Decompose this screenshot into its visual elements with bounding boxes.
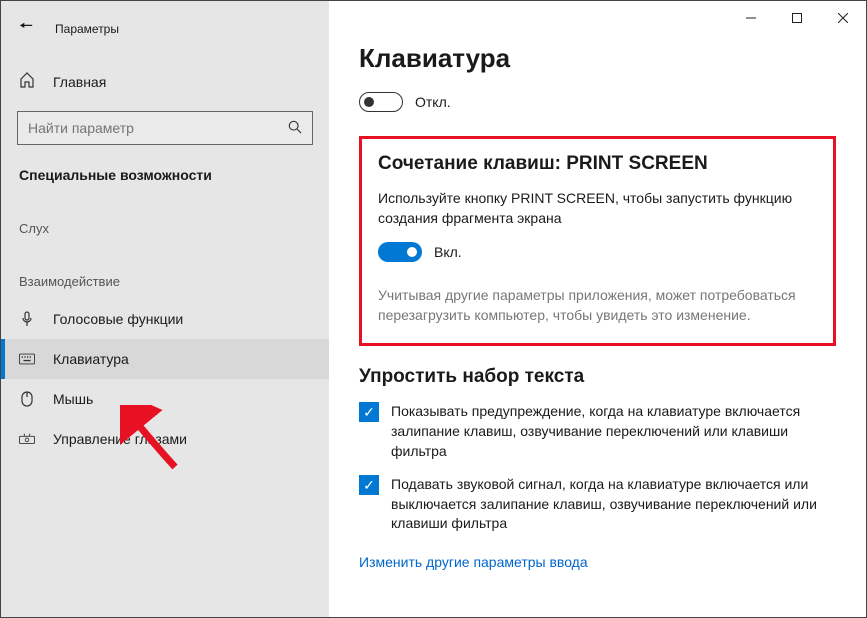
keyboard-icon [19,351,35,367]
checkbox-2[interactable]: ✓ [359,475,379,495]
back-icon[interactable]: 🠔 [19,15,33,42]
simplify-heading: Упростить набор текста [359,366,836,388]
toggle-row-main: Откл. [359,92,836,112]
titlebar-right [329,1,866,33]
printscreen-heading: Сочетание клавиш: PRINT SCREEN [378,153,817,175]
close-button[interactable] [820,3,866,33]
sidebar-item-voice[interactable]: Голосовые функции [1,299,329,339]
toggle-main[interactable] [359,92,403,112]
sidebar-item-label: Мышь [53,391,93,407]
sidebar-section-title: Специальные возможности [1,145,329,193]
search-box[interactable] [17,111,313,145]
checkbox-1-label: Показывать предупреждение, когда на клав… [391,402,836,461]
page-title: Клавиатура [359,43,836,74]
checkbox-row-1: ✓ Показывать предупреждение, когда на кл… [359,402,836,461]
sidebar-item-mouse[interactable]: Мышь [1,379,329,419]
toggle-printscreen-label: Вкл. [434,244,462,260]
mic-icon [19,311,35,327]
titlebar-left: 🠔 Параметры [1,9,329,62]
minimize-button[interactable] [728,3,774,33]
toggle-printscreen[interactable] [378,242,422,262]
printscreen-note: Учитывая другие параметры приложения, мо… [378,286,817,325]
content: Клавиатура Откл. Сочетание клавиш: PRINT… [329,1,866,617]
nav-home[interactable]: Главная [1,62,329,101]
mouse-icon [19,391,35,407]
maximize-button[interactable] [774,3,820,33]
sidebar-item-keyboard[interactable]: Клавиатура [1,339,329,379]
home-icon [19,72,35,91]
sidebar-item-label: Клавиатура [53,351,129,367]
group-interaction: Взаимодействие [1,246,329,299]
sidebar: 🠔 Параметры Главная Специальные возможно… [1,1,329,617]
checkbox-1[interactable]: ✓ [359,402,379,422]
nav-home-label: Главная [53,74,106,90]
checkbox-2-label: Подавать звуковой сигнал, когда на клави… [391,475,836,534]
window-title: Параметры [55,22,119,36]
sidebar-item-eye-control[interactable]: Управление глазами [1,419,329,459]
main: Клавиатура Откл. Сочетание клавиш: PRINT… [329,33,866,590]
eye-icon [19,431,35,447]
printscreen-highlight: Сочетание клавиш: PRINT SCREEN Используй… [359,136,836,346]
printscreen-desc: Используйте кнопку PRINT SCREEN, чтобы з… [378,189,817,228]
search-icon [288,120,302,137]
toggle-main-label: Откл. [415,94,451,110]
sidebar-item-label: Голосовые функции [53,311,183,327]
search-input[interactable] [28,120,288,136]
toggle-row-printscreen: Вкл. [378,242,817,262]
sidebar-item-label: Управление глазами [53,431,187,447]
group-hearing: Слух [1,193,329,246]
other-input-link[interactable]: Изменить другие параметры ввода [359,554,588,570]
checkbox-row-2: ✓ Подавать звуковой сигнал, когда на кла… [359,475,836,534]
